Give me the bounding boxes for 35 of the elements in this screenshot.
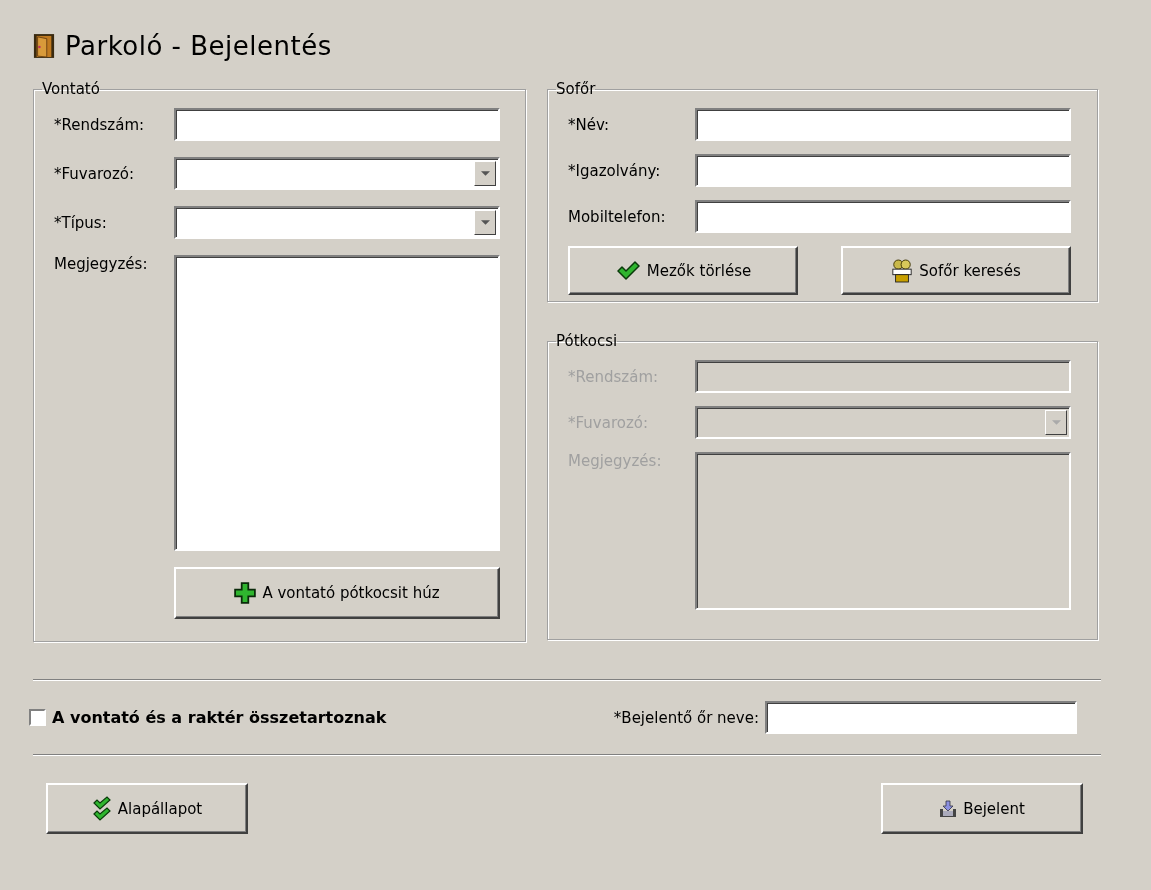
dropdown-field[interactable] (174, 157, 500, 190)
driver-search-button[interactable]: Sofőr keresés (841, 246, 1071, 295)
field-label: Mobiltelefon: (568, 207, 667, 226)
input-field[interactable] (695, 108, 1071, 141)
checkbox[interactable] (29, 709, 46, 726)
download-icon (939, 799, 958, 818)
group-title: Vontató (42, 80, 100, 98)
field-label: *Típus: (54, 213, 108, 232)
people-icon (891, 258, 914, 283)
group-title: Sofőr (556, 80, 596, 98)
door-icon (33, 33, 55, 59)
reset-button[interactable]: Alapállapot (46, 783, 248, 834)
caret-icon (480, 220, 490, 225)
group-title: Pótkocsi (556, 332, 618, 350)
caret-icon (1051, 420, 1061, 425)
input-field[interactable] (174, 108, 500, 141)
field-label: *Fuvarozó: (54, 164, 135, 183)
double-checkmark-icon (91, 795, 112, 822)
field-label: *Rendszám: (54, 115, 146, 134)
input-field[interactable] (695, 200, 1071, 233)
checkmark-icon (614, 260, 641, 281)
checkbox-label[interactable]: A vontató és a raktér összetartoznak (52, 708, 387, 727)
input-field[interactable] (695, 154, 1071, 187)
submit-button[interactable]: Bejelent (881, 783, 1083, 834)
dropdown-field[interactable] (174, 206, 500, 239)
caret-icon (480, 171, 490, 176)
field-label: *Igazolvány: (568, 161, 662, 180)
field-label: *Bejelentő őr neve: (613, 708, 759, 727)
page-title: Parkoló - Bejelentés (65, 31, 332, 61)
clear-fields-button[interactable]: Mezők törlése (568, 246, 798, 295)
plus-icon (234, 582, 257, 604)
input-field[interactable] (765, 701, 1077, 734)
field-label: Megjegyzés: (54, 255, 149, 273)
tow-trailer-button[interactable]: A vontató pótkocsit húz (174, 567, 500, 619)
field-label: *Név: (568, 115, 611, 134)
